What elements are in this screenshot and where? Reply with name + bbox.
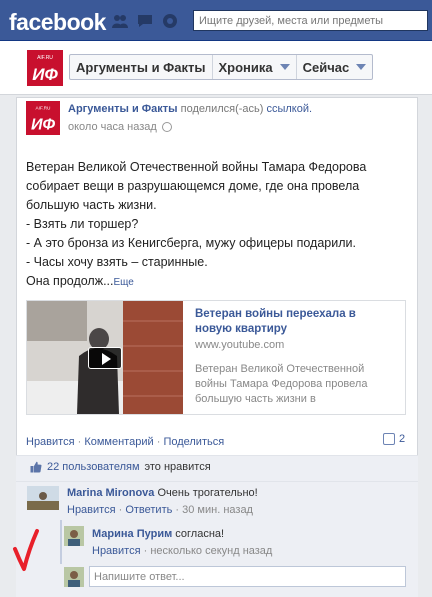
friend-requests-icon[interactable] — [111, 13, 129, 29]
comment-bubble-icon — [383, 433, 395, 445]
post-actions: Нравится · Комментарий · Поделиться — [26, 436, 224, 448]
post-line: Ветеран Великой Отечественной войны Тама… — [26, 160, 367, 174]
post-timestamp-row: около часа назад — [68, 121, 172, 133]
divider — [16, 455, 418, 456]
comment-meta: Нравится · Ответить · 30 мин. назад — [67, 504, 253, 516]
reply-text: согласна! — [175, 528, 225, 540]
tab-page-name[interactable]: Аргументы и Факты — [70, 55, 213, 79]
post-line: - Часы хочу взять – старинные. — [26, 255, 208, 269]
reply-like-link[interactable]: Нравится — [92, 545, 141, 557]
reply-body: Марина Пурим согласна! — [92, 528, 224, 540]
tab-now[interactable]: Сейчас — [297, 55, 373, 79]
search-input[interactable] — [193, 10, 428, 31]
post-line: Она продолж... — [26, 274, 114, 288]
see-more-link[interactable]: Еще — [114, 277, 134, 288]
page-tabs: Аргументы и Факты Хроника Сейчас — [69, 54, 374, 80]
comment-link[interactable]: Комментарий — [84, 436, 153, 448]
post-line: собирает вещи в разрушающемся доме, где … — [26, 179, 360, 193]
post-timestamp[interactable]: около часа назад — [68, 121, 157, 133]
comment-time[interactable]: 30 мин. назад — [182, 504, 253, 516]
reply-avatar[interactable] — [64, 526, 84, 546]
post-line: - Взять ли торшер? — [26, 217, 139, 231]
notification-jewels — [111, 13, 179, 29]
share-link[interactable]: Поделиться — [163, 436, 224, 448]
post-object-link[interactable]: ссылкой. — [266, 103, 312, 115]
post-line-last: Она продолж...Еще — [26, 272, 406, 292]
reply-input[interactable] — [89, 566, 406, 587]
commenter-name[interactable]: Marina Mironova — [67, 487, 154, 499]
post-header: Аргументы и Факты поделился(-ась) ссылко… — [68, 103, 312, 115]
aif-logo-text: ИФ — [32, 65, 58, 84]
link-domain: www.youtube.com — [195, 339, 285, 351]
aif-logo[interactable]: AIF.RU ИФ — [27, 50, 63, 86]
reply-thread — [60, 520, 412, 564]
facebook-logo[interactable]: facebook — [9, 9, 106, 36]
aif-logo-url: AIF.RU — [37, 55, 53, 61]
separator: · — [77, 436, 82, 448]
messages-icon[interactable] — [136, 13, 154, 29]
comment-text: Очень трогательно! — [157, 487, 258, 499]
post-line: - А это бронза из Кенигсберга, мужу офиц… — [26, 236, 356, 250]
globe-icon[interactable] — [161, 122, 172, 132]
likes-suffix: это нравится — [144, 461, 211, 473]
reply-meta: Нравится · несколько секунд назад — [92, 545, 273, 557]
tab-label: Сейчас — [302, 59, 350, 75]
separator: · — [156, 436, 161, 448]
notifications-icon[interactable] — [161, 13, 179, 29]
avatar-text: ИФ — [31, 115, 56, 133]
thumbs-up-icon — [30, 461, 42, 473]
current-user-avatar — [64, 567, 84, 587]
post-line: большую часть жизни. — [26, 198, 157, 212]
likers-link[interactable]: 22 пользователям — [47, 461, 140, 473]
checkmark-annotation-icon — [13, 529, 39, 571]
top-bar: facebook — [0, 0, 432, 41]
like-sentence: 22 пользователям это нравится — [30, 461, 211, 473]
link-description: Ветеран Великой Отечественной войны Тама… — [195, 363, 368, 405]
tab-label: Аргументы и Факты — [76, 59, 206, 75]
comment-count-value: 2 — [399, 433, 406, 445]
chevron-down-icon — [356, 64, 367, 70]
commenter-avatar[interactable] — [27, 486, 59, 510]
comment-body: Marina Mironova Очень трогательно! — [67, 487, 258, 499]
tab-label: Хроника — [218, 59, 273, 75]
divider — [16, 481, 418, 482]
reply-author-name[interactable]: Марина Пурим — [92, 528, 172, 540]
play-icon[interactable] — [88, 347, 122, 369]
reply-time[interactable]: несколько секунд назад — [150, 545, 272, 557]
post-author-link[interactable]: Аргументы и Факты — [68, 103, 178, 115]
comment-like-link[interactable]: Нравится — [67, 504, 116, 516]
like-link[interactable]: Нравится — [26, 436, 75, 448]
comment-reply-link[interactable]: Ответить — [125, 504, 172, 516]
post-author-avatar[interactable]: AIF.RU ИФ — [26, 101, 60, 135]
tab-timeline[interactable]: Хроника — [213, 55, 297, 79]
comment-count[interactable]: 2 — [383, 433, 405, 445]
chevron-down-icon — [279, 64, 290, 70]
post-action-text: поделился(-ась) — [180, 103, 264, 115]
link-title[interactable]: Ветеран войны переехала в новую квартиру — [195, 307, 395, 337]
avatar-url: AIF.RU — [36, 106, 52, 112]
post-message: Ветеран Великой Отечественной войны Тама… — [26, 158, 406, 292]
